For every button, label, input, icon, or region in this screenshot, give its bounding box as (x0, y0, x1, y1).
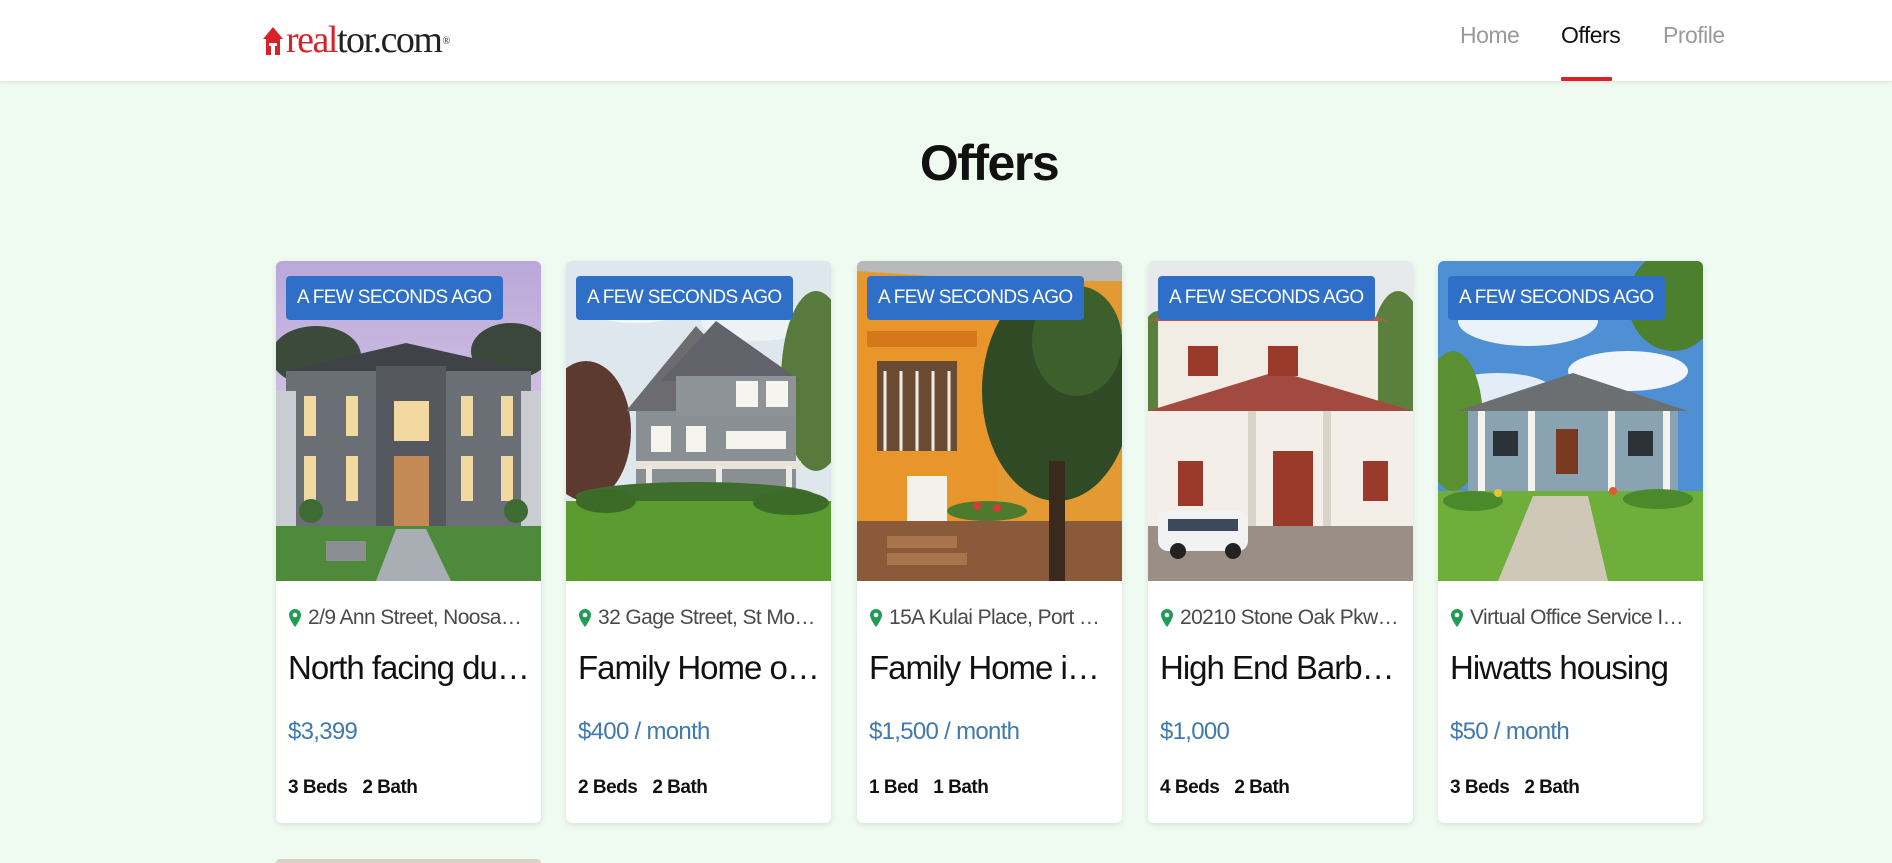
nav-home[interactable]: Home (1460, 22, 1520, 49)
listing-title[interactable]: Hiwatts housing (1450, 649, 1693, 687)
nav-offers[interactable]: Offers (1561, 22, 1621, 49)
listing-beds: 4 Beds (1160, 777, 1220, 798)
listing-price: $400 / month (578, 718, 710, 745)
listing-photo[interactable]: A FEW SECONDS AGO (1148, 261, 1413, 581)
listing-address: 15A Kulai Place, Port Mac... (889, 606, 1110, 629)
listing-address: 32 Gage Street, St Morri... (598, 606, 819, 629)
listing-beds: 3 Beds (1450, 777, 1510, 798)
listing-photo[interactable]: A FEW SECONDS AGO (857, 261, 1122, 581)
listing-photo[interactable]: A FEW SECONDS AGO (1438, 261, 1703, 581)
listing-features: 2 Beds 2 Bath (578, 777, 708, 799)
posted-time-badge: A FEW SECONDS AGO (867, 276, 1084, 320)
location-pin-icon (1161, 609, 1173, 627)
listing-photo[interactable]: A FEW SECONDS AGO (566, 261, 831, 581)
listing-location: 32 Gage Street, St Morri... (579, 606, 819, 630)
listing-location: 2/9 Ann Street, Noosavill... (289, 606, 529, 630)
next-listing-card-edge (276, 859, 541, 863)
listing-card[interactable]: A FEW SECONDS AGO 20210 Stone Oak Pkwy, … (1148, 261, 1413, 823)
listing-price: $1,000 (1160, 718, 1230, 745)
listing-price: $1,500 / month (869, 718, 1020, 745)
realtor-logo[interactable]: realtor.com® (262, 19, 451, 61)
listing-title[interactable]: Family Home on L... (578, 649, 821, 687)
listing-address: 2/9 Ann Street, Noosavill... (308, 606, 529, 629)
registered-mark: ® (442, 36, 451, 47)
listing-baths: 2 Bath (1234, 777, 1290, 798)
listing-title[interactable]: Family Home in a ... (869, 649, 1112, 687)
location-pin-icon (579, 609, 591, 627)
location-pin-icon (289, 609, 301, 627)
location-pin-icon (870, 609, 882, 627)
listing-baths: 2 Bath (652, 777, 708, 798)
posted-time-badge: A FEW SECONDS AGO (576, 276, 793, 320)
posted-time-badge: A FEW SECONDS AGO (1448, 276, 1665, 320)
listing-features: 3 Beds 2 Bath (1450, 777, 1580, 799)
posted-time-badge: A FEW SECONDS AGO (1158, 276, 1375, 320)
listing-card[interactable]: A FEW SECONDS AGO 32 Gage Street, St Mor… (566, 261, 831, 823)
logo-wordmark-red: real (286, 19, 338, 61)
listing-baths: 2 Bath (362, 777, 418, 798)
listing-price: $3,399 (288, 718, 358, 745)
top-navbar: realtor.com® Home Offers Profile (0, 0, 1892, 82)
listing-location: 15A Kulai Place, Port Mac... (870, 606, 1110, 630)
posted-time-badge: A FEW SECONDS AGO (286, 276, 503, 320)
listing-card[interactable]: A FEW SECONDS AGO 2/9 Ann Street, Noosav… (276, 261, 541, 823)
listing-title[interactable]: North facing duplex (288, 649, 531, 687)
listing-location: 20210 Stone Oak Pkwy, S... (1161, 606, 1401, 630)
logo-wordmark: realtor.com® (286, 19, 451, 61)
listing-features: 4 Beds 2 Bath (1160, 777, 1290, 799)
listing-address: 20210 Stone Oak Pkwy, S... (1180, 606, 1401, 629)
location-pin-icon (1451, 609, 1463, 627)
listing-price: $50 / month (1450, 718, 1570, 745)
house-logo-icon (262, 23, 284, 57)
listing-beds: 2 Beds (578, 777, 638, 798)
listing-card[interactable]: A FEW SECONDS AGO 15A Kulai Place, Port … (857, 261, 1122, 823)
listing-beds: 3 Beds (288, 777, 348, 798)
listing-features: 3 Beds 2 Bath (288, 777, 418, 799)
logo-wordmark-dark: tor.com (336, 19, 443, 61)
listing-baths: 1 Bath (933, 777, 989, 798)
page-title: Offers (919, 135, 1060, 191)
listing-address: Virtual Office Service In ... (1470, 606, 1691, 629)
listing-photo[interactable]: A FEW SECONDS AGO (276, 261, 541, 581)
listing-beds: 1 Bed (869, 777, 919, 798)
listing-card[interactable]: A FEW SECONDS AGO Virtual Office Service… (1438, 261, 1703, 823)
listing-title[interactable]: High End Barber A... (1160, 649, 1403, 687)
nav-profile[interactable]: Profile (1663, 22, 1725, 49)
listing-baths: 2 Bath (1524, 777, 1580, 798)
nav-active-indicator (1561, 77, 1612, 81)
listing-location: Virtual Office Service In ... (1451, 606, 1691, 630)
listing-features: 1 Bed 1 Bath (869, 777, 989, 799)
